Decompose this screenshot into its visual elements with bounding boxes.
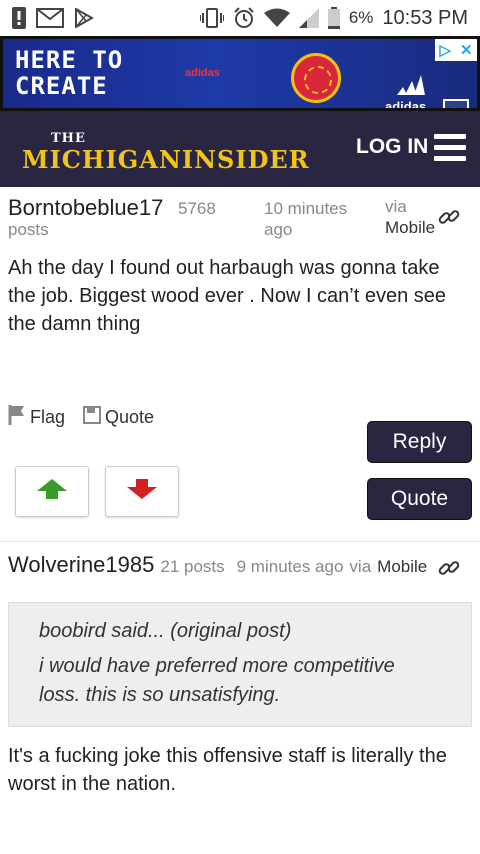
flag-label: Flag (30, 407, 66, 427)
post-time: 9 minutes ago (236, 557, 344, 576)
post-header: Wolverine1985 21 posts 9 minutes ago via… (8, 552, 427, 578)
ad-soccer-ball-image (291, 53, 341, 103)
clock: 10:53 PM (382, 6, 468, 29)
post-author[interactable]: Wolverine1985 (8, 552, 154, 578)
downvote-button[interactable] (105, 466, 179, 517)
adidas-logo-icon (395, 73, 425, 100)
site-header: THE MICHIGANINSIDER LOG IN (0, 111, 480, 187)
quote-button[interactable]: Quote (367, 478, 472, 520)
arrow-down-icon (127, 479, 157, 504)
brand-the: THE (51, 131, 86, 146)
upvote-button[interactable] (15, 466, 89, 517)
post-count: 21 posts (160, 557, 225, 576)
reply-button[interactable]: Reply (367, 421, 472, 463)
via-label: via (349, 557, 372, 576)
via-device: Mobile (377, 557, 428, 576)
flag-button[interactable]: Flag (8, 405, 65, 430)
signal-icon (298, 8, 319, 28)
quote-header[interactable]: boobird said... (original post) (39, 617, 441, 646)
quoted-post: boobird said... (original post) i would … (8, 602, 472, 727)
ad-brand-small: adidas (185, 67, 220, 79)
post-actions: Flag Quote (8, 405, 154, 430)
mail-icon (36, 8, 64, 28)
ad-banner[interactable]: HERE TO CREATE adidas adidas › ▷ ✕ (0, 36, 480, 111)
quote-link[interactable]: Quote (83, 406, 154, 429)
flag-icon (8, 405, 26, 430)
battery-percent: 6% (348, 8, 374, 27)
wifi-icon (263, 8, 290, 28)
link-icon[interactable] (438, 557, 460, 584)
play-store-icon (74, 8, 94, 28)
post-divider (0, 541, 480, 542)
link-icon[interactable] (438, 206, 460, 233)
post-count: 5768 posts (8, 198, 228, 240)
site-logo[interactable]: MICHIGANINSIDER (22, 145, 310, 174)
status-bar: 6% 10:53 PM (0, 0, 480, 36)
alarm-icon (233, 7, 255, 29)
post-body: It's a fucking joke this offensive staff… (8, 745, 447, 795)
quote-text: i would have preferred more competitive … (39, 655, 395, 706)
save-icon (83, 406, 102, 429)
vibrate-icon (199, 8, 224, 28)
ad-next-icon[interactable]: › (443, 99, 469, 108)
arrow-up-icon (37, 479, 67, 504)
menu-icon[interactable] (434, 134, 466, 162)
quote-label: Quote (105, 407, 155, 427)
post-time: 10 minutes ago (264, 199, 348, 239)
alert-icon (12, 7, 26, 29)
post-count-text: 5768 posts (8, 199, 216, 239)
ad-headline-line2: CREATE (15, 72, 108, 100)
ad-brand: adidas (385, 99, 427, 111)
ad-choices-icon[interactable]: ▷ ✕ (435, 39, 477, 61)
battery-icon (327, 7, 340, 29)
login-link[interactable]: LOG IN (356, 135, 428, 159)
ad-headline: HERE TO CREATE (15, 47, 123, 99)
post-body: Ah the day I found out harbaugh was gonn… (8, 257, 447, 335)
ad-headline-line1: HERE TO (15, 46, 124, 74)
